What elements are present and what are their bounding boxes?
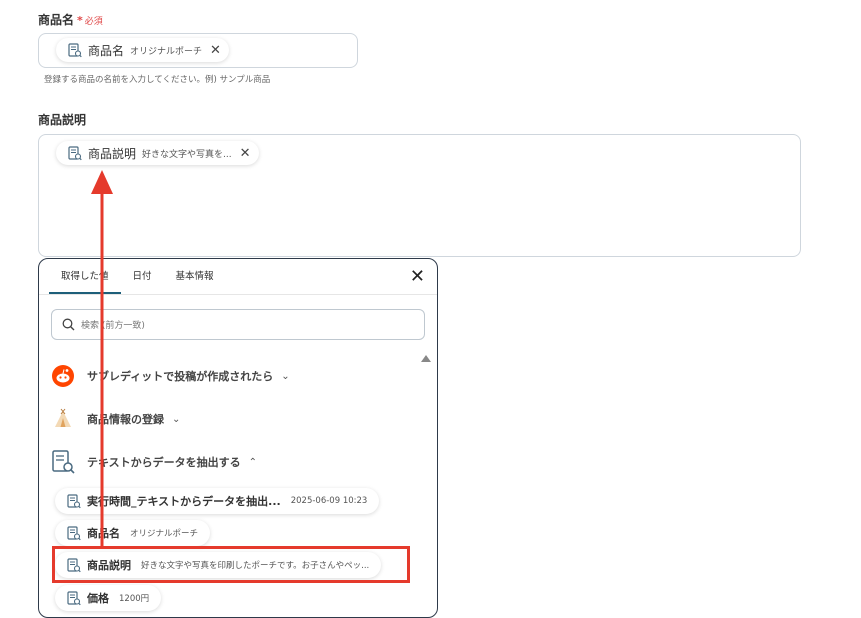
annotation-arrow — [91, 170, 113, 546]
